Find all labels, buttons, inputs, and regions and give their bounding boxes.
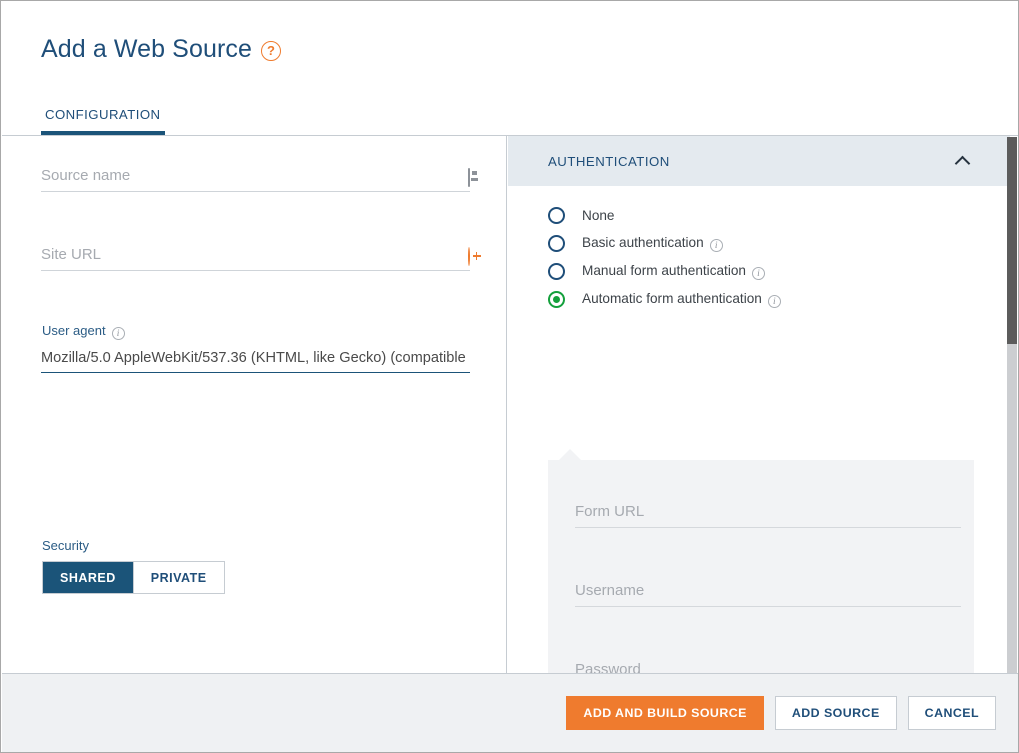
user-agent-label: User agent — [42, 323, 106, 338]
authentication-section-title: AUTHENTICATION — [548, 153, 670, 169]
add-circle-icon[interactable] — [468, 247, 470, 266]
source-name-field[interactable]: Source name — [41, 160, 470, 192]
configuration-column: Source name Site URL User agent i Mozilla… — [2, 136, 507, 673]
add-and-build-source-button[interactable]: ADD AND BUILD SOURCE — [566, 696, 764, 730]
site-url-icon-wrap[interactable] — [468, 247, 470, 266]
site-url-field[interactable]: Site URL — [41, 239, 470, 271]
cancel-label: CANCEL — [924, 706, 979, 720]
vertical-scrollbar-thumb[interactable] — [1007, 137, 1017, 344]
password-field[interactable]: Password — [575, 654, 961, 673]
page-title: Add a Web Source? — [41, 35, 281, 64]
auth-option-basic-info-icon[interactable]: i — [709, 238, 723, 252]
user-agent-field[interactable]: Mozilla/5.0 AppleWebKit/537.36 (KHTML, l… — [41, 342, 470, 373]
authentication-column: AUTHENTICATION None Basic authentication… — [508, 136, 1010, 673]
source-name-placeholder: Source name — [41, 167, 131, 184]
security-label: Security — [42, 538, 89, 553]
username-placeholder: Username — [575, 582, 645, 599]
document-icon[interactable] — [468, 168, 470, 187]
user-agent-value: Mozilla/5.0 AppleWebKit/537.36 (KHTML, l… — [41, 350, 466, 366]
auth-option-automatic-form[interactable]: Automatic form authentication i — [548, 285, 781, 313]
source-name-icon-wrap[interactable] — [468, 168, 470, 187]
user-agent-underline — [41, 371, 470, 373]
tab-configuration-label: CONFIGURATION — [45, 107, 161, 122]
chevron-up-icon[interactable] — [954, 155, 971, 171]
username-field[interactable]: Username — [575, 575, 961, 607]
add-and-build-source-label: ADD AND BUILD SOURCE — [583, 706, 747, 720]
dialog-footer: ADD AND BUILD SOURCE ADD SOURCE CANCEL — [2, 673, 1018, 752]
form-url-field[interactable]: Form URL — [575, 496, 961, 528]
username-underline — [575, 606, 961, 607]
tab-bar: CONFIGURATION — [41, 107, 164, 135]
radio-icon[interactable] — [548, 262, 565, 280]
user-agent-label-row: User agent i — [42, 322, 125, 340]
auth-option-basic[interactable]: Basic authentication i — [548, 229, 781, 257]
auth-option-none-label: None — [582, 207, 615, 223]
page-title-text: Add a Web Source — [41, 35, 252, 63]
add-web-source-dialog: Add a Web Source? CONFIGURATION Source n… — [0, 0, 1019, 753]
add-source-button[interactable]: ADD SOURCE — [774, 696, 897, 730]
source-name-underline — [41, 191, 470, 192]
help-icon[interactable]: ? — [261, 41, 281, 61]
security-option-shared-label: SHARED — [60, 570, 116, 585]
auth-option-automatic-form-label: Automatic form authentication — [582, 290, 762, 306]
security-option-private[interactable]: PRIVATE — [132, 562, 224, 593]
security-option-private-label: PRIVATE — [150, 570, 207, 585]
user-agent-info-icon[interactable]: i — [111, 327, 125, 340]
add-source-label: ADD SOURCE — [791, 706, 880, 720]
cancel-button[interactable]: CANCEL — [907, 696, 996, 730]
radio-selected-icon[interactable] — [548, 290, 565, 308]
form-url-underline — [575, 527, 961, 528]
auth-option-manual-form[interactable]: Manual form authentication i — [548, 257, 781, 285]
auth-option-basic-label: Basic authentication — [582, 234, 704, 250]
tab-configuration[interactable]: CONFIGURATION — [41, 107, 164, 135]
footer-button-group: ADD AND BUILD SOURCE ADD SOURCE CANCEL — [566, 696, 996, 730]
authentication-section-header[interactable]: AUTHENTICATION — [508, 136, 1010, 186]
radio-icon[interactable] — [548, 234, 565, 252]
automatic-form-panel: Form URL Username Password Confirmation … — [548, 449, 974, 673]
security-toggle-group: SHARED PRIVATE — [42, 561, 225, 594]
auth-option-none[interactable]: None — [548, 201, 781, 229]
dialog-body: Source name Site URL User agent i Mozilla… — [2, 136, 1018, 673]
vertical-scrollbar-track[interactable] — [1007, 137, 1017, 673]
auth-option-manual-form-info-icon[interactable]: i — [751, 266, 765, 280]
site-url-underline — [41, 270, 470, 271]
auth-option-manual-form-label: Manual form authentication — [582, 262, 746, 278]
form-url-placeholder: Form URL — [575, 503, 645, 520]
site-url-placeholder: Site URL — [41, 246, 102, 263]
dialog-header: Add a Web Source? CONFIGURATION — [2, 2, 1018, 136]
auth-option-automatic-form-info-icon[interactable]: i — [767, 294, 781, 308]
authentication-options: None Basic authentication i Manual form a… — [548, 201, 781, 313]
radio-icon[interactable] — [548, 206, 565, 224]
password-placeholder: Password — [575, 661, 641, 673]
panel-notch — [559, 449, 581, 460]
security-option-shared[interactable]: SHARED — [43, 562, 133, 593]
